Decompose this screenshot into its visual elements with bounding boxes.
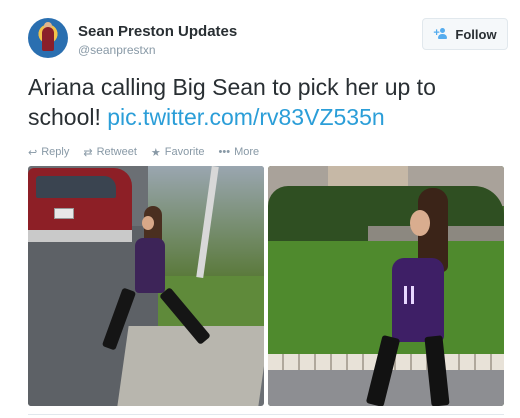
more-action[interactable]: ••• More (219, 146, 260, 158)
more-icon: ••• (218, 146, 231, 158)
avatar[interactable] (28, 18, 68, 58)
reply-label: Reply (41, 146, 70, 158)
display-name[interactable]: Sean Preston Updates (78, 23, 237, 40)
user-handle[interactable]: @seanprestxn (78, 43, 156, 57)
tweet-text: Ariana calling Big Sean to pick her up t… (28, 72, 498, 132)
reply-icon: ↩ (28, 146, 38, 159)
retweet-action[interactable]: ⇄ Retweet (83, 146, 137, 159)
retweet-icon: ⇄ (83, 146, 93, 159)
follow-button[interactable]: + Follow (422, 18, 508, 50)
follow-label: Follow (455, 26, 497, 42)
retweet-label: Retweet (96, 146, 137, 158)
reply-action[interactable]: ↩ Reply (28, 146, 69, 159)
more-label: More (234, 146, 260, 158)
favorite-icon: ★ (150, 146, 161, 159)
divider (28, 414, 504, 415)
follow-person-icon: + (433, 27, 449, 41)
tweet-header: Sean Preston Updates @seanprestxn + Foll… (28, 18, 508, 62)
favorite-action[interactable]: ★ Favorite (151, 146, 205, 159)
tweet-photo-1[interactable] (28, 166, 264, 406)
tweet-media-link[interactable]: pic.twitter.com/rv83VZ535n (107, 104, 384, 130)
tweet-photo-2[interactable] (268, 166, 504, 406)
tweet-actions: ↩ Reply ⇄ Retweet ★ Favorite ••• More (28, 144, 259, 160)
favorite-label: Favorite (164, 146, 205, 158)
car-image (28, 168, 132, 242)
